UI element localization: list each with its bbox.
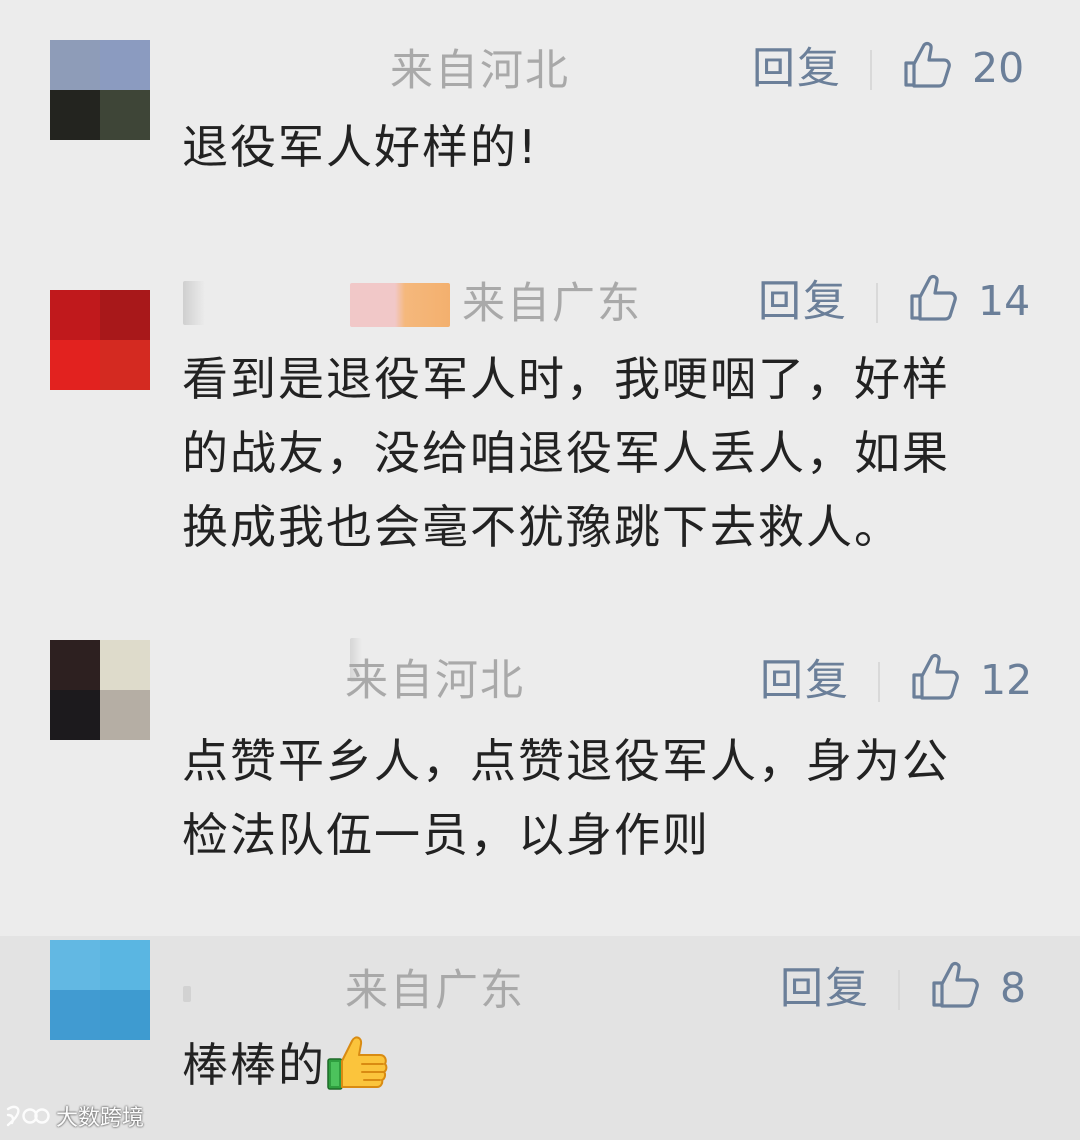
thumbs-up-outline-icon[interactable]: [908, 273, 958, 323]
watermark: 大数跨境: [4, 1100, 144, 1132]
thumbs-up-emoji-icon: [327, 1036, 388, 1090]
comment-text: 看到是退役军人时，我哽咽了，好样 的战友，没给咱退役军人丢人，如果 换成我也会毫…: [182, 342, 1042, 564]
avatar-pixel: [100, 990, 150, 1040]
divider: [870, 50, 872, 90]
comment-text-line: 换成我也会毫不犹豫跳下去救人。: [182, 500, 902, 554]
comment-text: 点赞平乡人，点赞退役军人，身为公 检法队伍一员，以身作则: [182, 724, 1042, 872]
avatar-pixel: [50, 40, 100, 90]
username-redacted: [183, 986, 191, 1002]
avatar-pixel: [100, 290, 150, 340]
dashujiajing-logo-icon: [6, 1105, 50, 1127]
avatar-pixel: [50, 940, 100, 990]
username-redacted: [350, 283, 450, 327]
avatar-pixel: [50, 690, 100, 740]
username-redacted: [183, 281, 205, 325]
divider: [898, 970, 900, 1010]
comment-item: 来自河北 回复 20 退役军人好样的!: [0, 0, 1080, 225]
comment-text: 退役军人好样的!: [182, 110, 1042, 184]
like-count: 14: [978, 277, 1031, 325]
avatar-pixel: [50, 90, 100, 140]
reply-button[interactable]: 回复: [758, 281, 848, 324]
comment-text: 棒棒的: [182, 1028, 1042, 1102]
location-label: 来自河北: [390, 46, 570, 96]
reply-button[interactable]: 回复: [760, 660, 850, 703]
avatar[interactable]: [50, 940, 150, 1040]
comment-text-line: 检法队伍一员，以身作则: [182, 808, 710, 862]
avatar[interactable]: [50, 290, 150, 390]
avatar[interactable]: [50, 640, 150, 740]
avatar-pixel: [50, 290, 100, 340]
comment-item: 来自广东 回复 8 棒棒的 大数跨境: [0, 936, 1080, 1140]
watermark-text: 大数跨境: [56, 1106, 145, 1131]
comment-item: 来自广东 回复 14 看到是退役军人时，我哽咽了，好样 的战友，没给咱退役军人丢…: [0, 225, 1080, 618]
divider: [878, 662, 880, 702]
thumbs-up-outline-icon[interactable]: [902, 40, 952, 90]
avatar-pixel: [50, 640, 100, 690]
avatar-pixel: [100, 90, 150, 140]
thumbs-up-outline-icon[interactable]: [930, 960, 980, 1010]
thumbs-up-outline-icon[interactable]: [910, 652, 960, 702]
avatar-pixel: [100, 340, 150, 390]
avatar[interactable]: [50, 40, 150, 140]
divider: [876, 283, 878, 323]
avatar-pixel: [100, 40, 150, 90]
reply-button[interactable]: 回复: [752, 48, 842, 91]
avatar-pixel: [50, 340, 100, 390]
avatar-pixel: [50, 990, 100, 1040]
comment-text-line: 看到是退役军人时，我哽咽了，好样: [182, 352, 950, 406]
avatar-pixel: [100, 690, 150, 740]
avatar-pixel: [100, 940, 150, 990]
like-count: 8: [1000, 964, 1027, 1012]
comment-text-content: 棒棒的: [182, 1038, 326, 1092]
comment-text-line: 退役军人好样的!: [182, 120, 539, 174]
avatar-pixel: [100, 640, 150, 690]
comment-text-line: 点赞平乡人，点赞退役军人，身为公: [182, 734, 950, 788]
reply-button[interactable]: 回复: [780, 968, 870, 1011]
like-count: 12: [980, 656, 1033, 704]
comment-item: 来自河北 回复 12 点赞平乡人，点赞退役军人，身为公 检法队伍一员，以身作则: [0, 618, 1080, 936]
comment-text-line: 的战友，没给咱退役军人丢人，如果: [182, 426, 950, 480]
location-label: 来自河北: [345, 656, 525, 706]
like-count: 20: [972, 44, 1025, 92]
location-label: 来自广东: [345, 966, 525, 1016]
comment-text-line: 棒棒的: [182, 1028, 1042, 1102]
location-label: 来自广东: [462, 279, 642, 329]
